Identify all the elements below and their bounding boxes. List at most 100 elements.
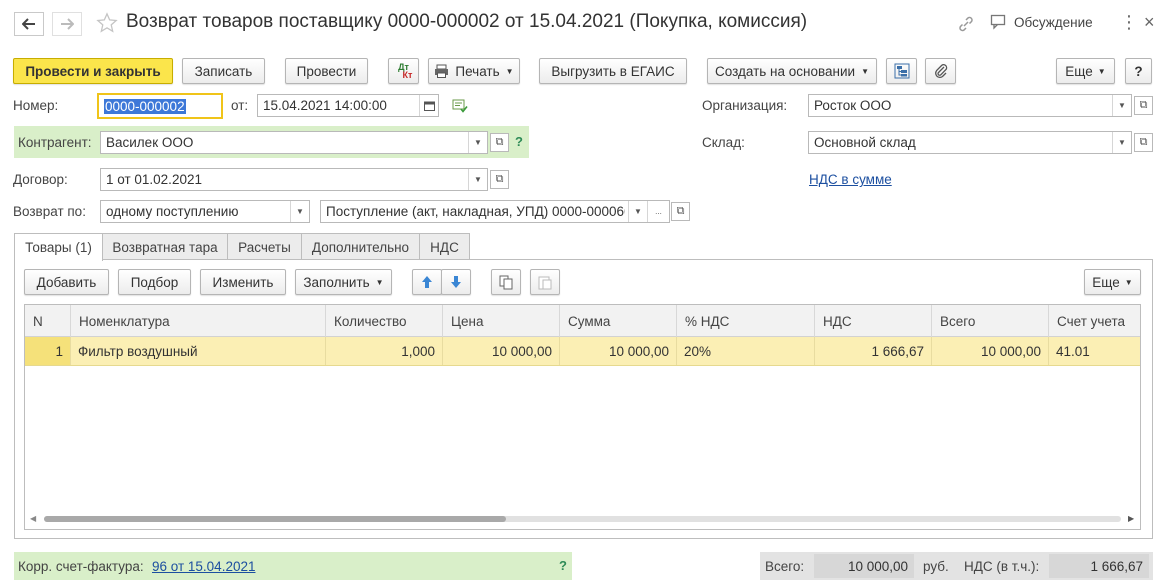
scrollbar-thumb[interactable] (44, 516, 506, 522)
more-button[interactable]: Еще ▼ (1056, 58, 1115, 84)
contractor-field[interactable]: Василек ООО ▼ (100, 131, 488, 154)
chevron-down-icon[interactable]: ▼ (468, 132, 487, 153)
pick-button[interactable]: Подбор (118, 269, 191, 295)
print-button[interactable]: Печать ▼ (428, 58, 520, 84)
page-title: Возврат товаров поставщику 0000-000002 о… (126, 11, 808, 32)
number-field[interactable]: 0000-000002 (97, 93, 223, 119)
column-header-n[interactable]: N (25, 305, 71, 337)
open-contractor-icon[interactable]: ⧉ (490, 133, 509, 152)
chevron-down-icon[interactable]: ▼ (468, 169, 487, 190)
chevron-down-icon[interactable]: ▼ (290, 201, 309, 222)
forward-button[interactable] (52, 12, 82, 36)
chevron-down-icon[interactable]: ▼ (628, 201, 647, 222)
fill-button[interactable]: Заполнить ▼ (295, 269, 392, 295)
post-button[interactable]: Провести (285, 58, 368, 84)
calendar-icon[interactable] (419, 95, 438, 116)
cell-n[interactable]: 1 (25, 337, 71, 365)
number-value: 0000-000002 (104, 98, 186, 114)
scroll-left-icon[interactable]: ◀ (30, 514, 36, 523)
contractor-help-icon[interactable]: ? (515, 134, 523, 149)
tab-goods[interactable]: Товары (1) (14, 233, 103, 261)
cell-account[interactable]: 41.01 (1049, 337, 1140, 365)
tab-returnable-packaging[interactable]: Возвратная тара (102, 233, 228, 260)
cell-vat[interactable]: 1 666,67 (815, 337, 932, 365)
invoice-link[interactable]: 96 от 15.04.2021 (152, 559, 255, 574)
column-header-quantity[interactable]: Количество (326, 305, 443, 337)
scroll-right-icon[interactable]: ▶ (1128, 514, 1134, 523)
number-label: Номер: (13, 98, 59, 113)
create-based-on-button[interactable]: Создать на основании ▼ (707, 58, 877, 84)
open-contract-icon[interactable]: ⧉ (490, 170, 509, 189)
contractor-value: Василек ООО (106, 135, 194, 150)
kt-icon: Кт (402, 70, 413, 80)
return-document-value: Поступление (акт, накладная, УПД) 0000-0… (326, 204, 625, 219)
arrow-left-icon (22, 18, 36, 30)
column-header-nomenclature[interactable]: Номенклатура (71, 305, 326, 337)
column-header-sum[interactable]: Сумма (560, 305, 677, 337)
warehouse-label: Склад: (702, 135, 745, 150)
cell-quantity[interactable]: 1,000 (326, 337, 443, 365)
grid-more-label: Еще (1092, 274, 1120, 290)
vat-in-sum-link[interactable]: НДС в сумме (809, 172, 892, 187)
write-button[interactable]: Записать (182, 58, 265, 84)
link-icon[interactable] (957, 15, 975, 36)
open-return-document-icon[interactable]: ⧉ (671, 202, 690, 221)
copy-button[interactable] (491, 269, 521, 295)
print-label: Печать (455, 63, 500, 79)
chevron-down-icon: ▼ (505, 66, 514, 76)
tab-additional[interactable]: Дополнительно (301, 233, 420, 260)
invoice-label: Корр. счет-фактура: (18, 559, 144, 574)
post-and-close-button[interactable]: Провести и закрыть (13, 58, 173, 84)
chevron-down-icon[interactable]: ▼ (1112, 95, 1131, 116)
paste-button[interactable] (530, 269, 560, 295)
date-field[interactable]: 15.04.2021 14:00:00 (257, 94, 439, 117)
contract-label: Договор: (13, 172, 68, 187)
organization-field[interactable]: Росток ООО ▼ (808, 94, 1132, 117)
tab-settlements[interactable]: Расчеты (227, 233, 302, 260)
cell-vat-rate[interactable]: 20% (677, 337, 815, 365)
cell-total[interactable]: 10 000,00 (932, 337, 1049, 365)
contractor-label: Контрагент: (18, 135, 92, 150)
column-header-account[interactable]: Счет учета (1049, 305, 1140, 337)
discussion-button[interactable]: Обсуждение (990, 14, 1093, 30)
column-header-total[interactable]: Всего (932, 305, 1049, 337)
tab-vat[interactable]: НДС (419, 233, 470, 260)
add-button[interactable]: Добавить (24, 269, 109, 295)
back-button[interactable] (14, 12, 44, 36)
dt-kt-button[interactable]: Дт Кт (388, 58, 419, 84)
chevron-down-icon: ▼ (375, 277, 384, 287)
date-value: 15.04.2021 14:00:00 (263, 98, 387, 113)
select-ellipsis-button[interactable]: ... (647, 201, 669, 222)
return-document-field[interactable]: Поступление (акт, накладная, УПД) 0000-0… (320, 200, 670, 223)
star-icon[interactable] (96, 12, 118, 37)
horizontal-scrollbar[interactable]: ◀ ▶ (24, 513, 1141, 523)
cell-nomenclature[interactable]: Фильтр воздушный (71, 337, 326, 365)
warehouse-field[interactable]: Основной склад ▼ (808, 131, 1132, 154)
attachments-button[interactable] (925, 58, 956, 84)
help-button[interactable]: ? (1125, 58, 1152, 84)
contract-field[interactable]: 1 от 01.02.2021 ▼ (100, 168, 488, 191)
cell-price[interactable]: 10 000,00 (443, 337, 560, 365)
table-row[interactable]: 1 Фильтр воздушный 1,000 10 000,00 10 00… (25, 337, 1140, 366)
open-warehouse-icon[interactable]: ⧉ (1134, 133, 1153, 152)
move-down-button[interactable] (441, 269, 471, 295)
open-organization-icon[interactable]: ⧉ (1134, 96, 1153, 115)
column-header-vat[interactable]: НДС (815, 305, 932, 337)
cell-sum[interactable]: 10 000,00 (560, 337, 677, 365)
contract-value: 1 от 01.02.2021 (106, 172, 202, 187)
return-mode-select[interactable]: одному поступлению ▼ (100, 200, 310, 223)
edit-button[interactable]: Изменить (200, 269, 286, 295)
chevron-down-icon: ▼ (1124, 277, 1133, 287)
move-up-button[interactable] (412, 269, 442, 295)
egais-export-button[interactable]: Выгрузить в ЕГАИС (539, 58, 687, 84)
column-header-price[interactable]: Цена (443, 305, 560, 337)
close-icon[interactable]: × (1144, 12, 1155, 32)
reconcile-icon[interactable] (452, 99, 468, 116)
invoice-help-icon[interactable]: ? (559, 558, 567, 573)
grid-more-button[interactable]: Еще ▼ (1084, 269, 1141, 295)
chevron-down-icon[interactable]: ▼ (1112, 132, 1131, 153)
column-header-vat-rate[interactable]: % НДС (677, 305, 815, 337)
menu-dots-icon[interactable]: ⋮ (1120, 13, 1138, 31)
structure-button[interactable] (886, 58, 917, 84)
paperclip-icon (934, 63, 948, 79)
